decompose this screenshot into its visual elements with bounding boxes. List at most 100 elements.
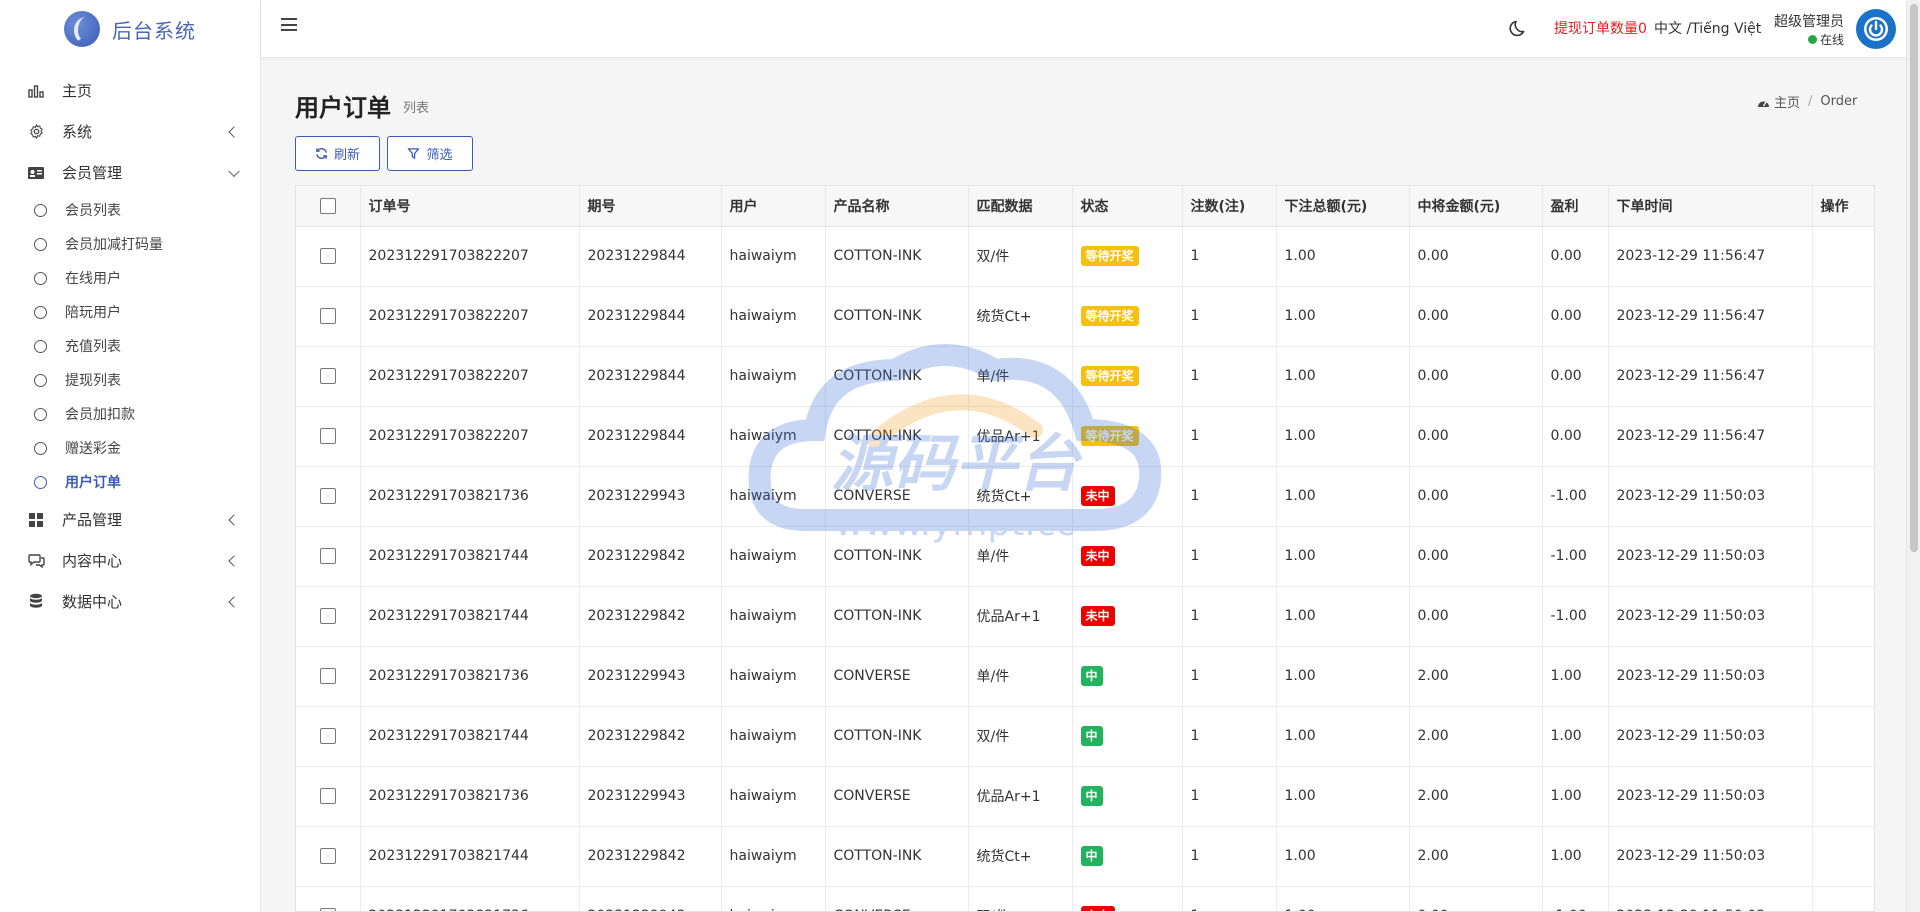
column-header[interactable]: 下单时间	[1608, 186, 1813, 227]
row-checkbox[interactable]	[319, 788, 336, 804]
submenu-item-recharge-list[interactable]: 充值列表	[0, 329, 260, 363]
sidebar-item-members[interactable]: 会员管理	[0, 152, 260, 193]
topbar: 提现订单数量0 中文 /Tiếng Việt 超级管理员 在线	[261, 0, 1920, 58]
table-cell: 1	[1182, 526, 1277, 587]
language-switcher[interactable]: 中文 /Tiếng Việt	[1654, 18, 1761, 38]
scrollbar-thumb[interactable]	[1910, 4, 1918, 552]
table-cell	[1812, 646, 1874, 707]
column-header[interactable]: 注数(注)	[1182, 186, 1277, 227]
chat-icon	[26, 551, 46, 571]
column-header: 操作	[1812, 186, 1874, 227]
row-checkbox[interactable]	[319, 368, 336, 384]
table-cell: 统货Ct+	[968, 286, 1073, 347]
sidebar-item-label: 内容中心	[62, 552, 123, 570]
table-cell: 1.00	[1276, 286, 1410, 347]
table-cell: 1	[1182, 406, 1277, 467]
circle-icon	[34, 305, 47, 319]
table-cell: 单/件	[968, 346, 1073, 407]
table-cell: 202312291703821736	[360, 766, 580, 827]
table-cell: 未中	[1072, 886, 1183, 911]
submenu-item-balance-adjust[interactable]: 会员加扣款	[0, 397, 260, 431]
table-cell: 202312291703822207	[360, 346, 580, 407]
breadcrumb-home[interactable]: 主页	[1774, 92, 1800, 111]
table-cell	[1812, 466, 1874, 527]
table-cell: 0.00	[1409, 886, 1543, 911]
table-cell: 1	[1182, 346, 1277, 407]
table-cell: 2023-12-29 11:50:03	[1608, 826, 1813, 887]
submenu-item-bet-adjust[interactable]: 会员加减打码量	[0, 227, 260, 261]
table-cell: COTTON-INK	[825, 286, 969, 347]
avatar[interactable]	[1856, 9, 1896, 49]
table-cell: haiwaiym	[721, 706, 826, 767]
table-cell: -1.00	[1542, 586, 1609, 647]
column-header[interactable]: 用户	[721, 186, 826, 227]
column-header[interactable]: 状态	[1072, 186, 1183, 227]
submenu-item-withdraw-list[interactable]: 提现列表	[0, 363, 260, 397]
table-cell: 1	[1182, 226, 1277, 287]
row-checkbox[interactable]	[319, 308, 336, 324]
submenu-item-companion-users[interactable]: 陪玩用户	[0, 295, 260, 329]
row-checkbox[interactable]	[319, 428, 336, 444]
hamburger-menu-icon[interactable]	[281, 18, 297, 31]
table-cell: haiwaiym	[721, 586, 826, 647]
withdraw-count-link[interactable]: 提现订单数量0	[1554, 18, 1647, 38]
row-checkbox[interactable]	[319, 848, 336, 864]
table-cell: 单/件	[968, 526, 1073, 587]
row-checkbox[interactable]	[319, 608, 336, 624]
row-checkbox[interactable]	[319, 488, 336, 504]
table-cell: COTTON-INK	[825, 526, 969, 587]
brand[interactable]: 后台系统	[0, 0, 260, 58]
table-cell: 20231229844	[579, 346, 722, 407]
refresh-button[interactable]: 刷新	[295, 136, 380, 171]
table-cell: COTTON-INK	[825, 826, 969, 887]
submenu-item-label: 充值列表	[65, 339, 121, 355]
submenu-item-label: 陪玩用户	[65, 305, 121, 321]
circle-icon	[34, 237, 47, 251]
moon-icon[interactable]	[1509, 18, 1529, 38]
select-all-checkbox[interactable]	[319, 197, 336, 214]
brand-name: 后台系统	[112, 18, 196, 43]
table-cell: 中	[1072, 646, 1183, 707]
row-checkbox[interactable]	[319, 728, 336, 744]
filter-button[interactable]: 筛选	[387, 136, 473, 171]
column-header[interactable]: 订单号	[360, 186, 580, 227]
table-cell	[1812, 526, 1874, 587]
table-cell: haiwaiym	[721, 646, 826, 707]
page-scrollbar[interactable]	[1906, 0, 1920, 912]
table-cell: 双/件	[968, 886, 1073, 911]
column-header[interactable]: 期号	[579, 186, 722, 227]
table-row: 20231229170382173620231229943haiwaiymCON…	[296, 466, 1874, 527]
page-title: 用户订单	[295, 94, 391, 122]
row-checkbox[interactable]	[319, 248, 336, 264]
submenu-item-label: 提现列表	[65, 373, 121, 389]
column-header[interactable]: 产品名称	[825, 186, 969, 227]
status-badge: 中	[1080, 786, 1103, 806]
column-header[interactable]: 盈利	[1542, 186, 1609, 227]
table-cell: -1.00	[1542, 886, 1609, 911]
sidebar-item-content[interactable]: 内容中心	[0, 540, 260, 581]
column-header[interactable]: 下注总额(元)	[1276, 186, 1410, 227]
row-checkbox[interactable]	[319, 668, 336, 684]
table-row: 20231229170382173620231229943haiwaiymCON…	[296, 766, 1874, 827]
column-header[interactable]: 中将金额(元)	[1409, 186, 1543, 227]
sidebar-item-home[interactable]: 主页	[0, 70, 260, 111]
table-cell	[1812, 346, 1874, 407]
row-checkbox[interactable]	[319, 548, 336, 564]
row-checkbox[interactable]	[319, 908, 336, 911]
table-cell: 1	[1182, 886, 1277, 911]
column-header[interactable]: 匹配数据	[968, 186, 1073, 227]
submenu-item-bonus[interactable]: 赠送彩金	[0, 431, 260, 465]
sidebar-item-products[interactable]: 产品管理	[0, 499, 260, 540]
sidebar-item-system[interactable]: 系统	[0, 111, 260, 152]
user-name[interactable]: 超级管理员	[1774, 11, 1844, 31]
submenu-item-member-list[interactable]: 会员列表	[0, 193, 260, 227]
brand-logo	[64, 11, 100, 47]
table-cell: 202312291703821736	[360, 646, 580, 707]
table-cell: 0.00	[1409, 226, 1543, 287]
table-cell: 20231229943	[579, 886, 722, 911]
submenu-item-user-orders[interactable]: 用户订单	[0, 465, 260, 499]
submenu-item-online-users[interactable]: 在线用户	[0, 261, 260, 295]
table-cell: 优品Ar+1	[968, 406, 1073, 467]
sidebar-item-data[interactable]: 数据中心	[0, 581, 260, 622]
table-cell: 1	[1182, 826, 1277, 887]
